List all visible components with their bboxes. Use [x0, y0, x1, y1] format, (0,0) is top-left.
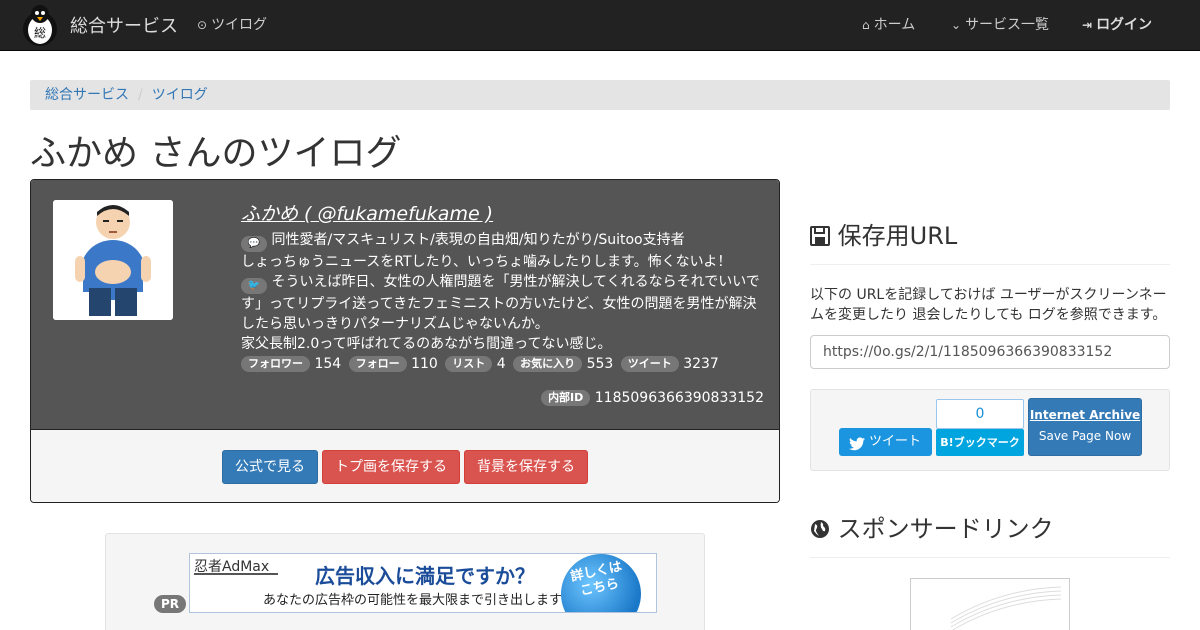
- logo-glyph: 総: [34, 26, 46, 40]
- twitter-bird-icon: 🐦: [241, 278, 267, 294]
- internal-id-value: 1185096366390833152: [594, 390, 764, 406]
- save-url-description: 以下の URLを記録しておけば ユーザーがスクリーンネームを変更したり 退会した…: [810, 287, 1167, 323]
- lists-badge: リスト: [445, 356, 493, 372]
- internet-archive-button[interactable]: Internet Archive Save Page Now: [1028, 398, 1142, 456]
- breadcrumb-home[interactable]: 総合サービス: [45, 87, 129, 103]
- internet-archive-title: Internet Archive: [1029, 408, 1141, 422]
- profile-actions: 公式で見る トプ画を保存する 背景を保存する: [31, 430, 779, 502]
- nav-login-label: ログイン: [1096, 17, 1153, 33]
- favorites-count: 553: [586, 356, 614, 372]
- nav-home-label: ホーム: [873, 17, 916, 33]
- comment-icon: 💬: [241, 236, 267, 252]
- profile-card: ふかめ ( @fukamefukame ) 💬 同性愛者/マスキュリスト/表現の…: [30, 179, 780, 503]
- internal-id: 内部ID 1185096366390833152: [541, 390, 764, 406]
- latest-tweet-text-2: 家父長制2.0って呼ばれてるのあながち間違ってない感じ。: [241, 336, 612, 352]
- nav-tsuilog-link[interactable]: ⊙ ツイログ: [197, 0, 267, 50]
- pr-badge: PR: [154, 595, 187, 613]
- profile-card-header: ふかめ ( @fukamefukame ) 💬 同性愛者/マスキュリスト/表現の…: [31, 180, 779, 430]
- save-url-field[interactable]: https://0o.gs/2/1/1185096366390833152: [810, 335, 1170, 369]
- hatena-bookmark-count: 0: [936, 399, 1024, 429]
- divider: [810, 557, 1170, 558]
- breadcrumb: 総合サービス / ツイログ: [30, 80, 1170, 110]
- floppy-disk-icon: [810, 224, 830, 252]
- breadcrumb-tsuilog[interactable]: ツイログ: [152, 87, 208, 103]
- chevron-down-icon: ⌄: [951, 18, 962, 32]
- followers-count: 154: [314, 356, 342, 372]
- following-count: 110: [411, 356, 438, 372]
- twitter-icon: [849, 434, 865, 462]
- sponsored-links-heading-text: スポンサードリンク: [837, 515, 1054, 543]
- save-url-heading-text: 保存用URL: [837, 222, 958, 250]
- tweet-share-button[interactable]: ツイート: [839, 428, 932, 456]
- page-title: ふかめ さんのツイログ: [30, 133, 402, 174]
- ad-container: PR 忍者AdMax 広告収入に満足ですか？ あなたの広告枠の可能性を最大限まで…: [105, 533, 705, 630]
- profile-stats: フォロワー 154 フォロー 110 リスト 4 お気に入り 553 ツイート …: [241, 354, 766, 374]
- nav-tsuilog-label: ツイログ: [211, 17, 268, 33]
- profile-bio: 💬 同性愛者/マスキュリスト/表現の自由畑/知りたがり/Suitoo支持者 しょ…: [241, 230, 766, 272]
- avatar-illustration: [53, 200, 173, 320]
- brand-link[interactable]: 総 総合サービス: [19, 2, 178, 48]
- hatena-bookmark-button[interactable]: B!ブックマーク: [936, 429, 1024, 456]
- ad-brand-underline: [194, 573, 278, 575]
- chevron-circle-right-icon: ⊙: [197, 18, 208, 32]
- tweet-share-label: ツイート: [869, 434, 922, 449]
- view-official-button[interactable]: 公式で見る: [222, 450, 318, 484]
- following-badge: フォロー: [348, 356, 407, 372]
- sponsored-links-heading: スポンサードリンク: [810, 509, 1054, 545]
- sponsor-ad-slot[interactable]: [910, 578, 1070, 630]
- lists-count: 4: [496, 356, 506, 372]
- nav-services-dropdown[interactable]: ⌄ サービス一覧: [951, 0, 1049, 50]
- divider: [810, 264, 1170, 265]
- bio-line-2: しょっちゅうニュースをRTしたり、いっちょ噛みしたりします。怖くないよ！: [241, 254, 732, 270]
- tweets-badge: ツイート: [620, 356, 679, 372]
- latest-tweet: 🐦 そういえば昨日、女性の人権問題を「男性が解決してくれるならそれでいいです」っ…: [241, 272, 766, 354]
- ad-subtext: あなたの広告枠の可能性を最大限まで引き出します: [263, 593, 563, 608]
- followers-badge: フォロワー: [241, 356, 310, 372]
- ad-cta-circle: 詳しくは こちら: [553, 554, 649, 612]
- ad-headline: 広告収入に満足ですか？: [315, 564, 535, 588]
- globe-icon: [810, 517, 830, 545]
- sign-in-icon: ⇥: [1082, 18, 1093, 32]
- save-avatar-button[interactable]: トプ画を保存する: [322, 450, 460, 484]
- profile-name-link[interactable]: ふかめ ( @fukamefukame ): [241, 202, 766, 226]
- tweets-count: 3237: [683, 356, 719, 372]
- share-panel: ツイート 0 B!ブックマーク Internet Archive Save Pa…: [810, 389, 1170, 471]
- nav-services-label: サービス一覧: [965, 17, 1050, 33]
- brand-name: 総合サービス: [70, 16, 178, 37]
- internal-id-badge: 内部ID: [541, 390, 591, 406]
- home-icon: ⌂: [862, 18, 870, 32]
- nav-home-link[interactable]: ⌂ ホーム: [862, 0, 915, 50]
- nav-login-link[interactable]: ⇥ ログイン: [1082, 0, 1152, 50]
- favorites-badge: お気に入り: [513, 356, 583, 372]
- ad-banner[interactable]: 忍者AdMax 広告収入に満足ですか？ あなたの広告枠の可能性を最大限まで引き出…: [189, 553, 657, 613]
- top-navbar: 総 総合サービス ⊙ ツイログ ⌂ ホーム ⌄ サービス一覧 ⇥ ログイン: [0, 0, 1200, 51]
- penguin-logo-icon: 総: [23, 5, 57, 46]
- latest-tweet-text: そういえば昨日、女性の人権問題を「男性が解決してくれるならそれでいいです」ってリ…: [241, 274, 760, 332]
- sponsor-ad-graphic: [950, 586, 1062, 630]
- profile-details: ふかめ ( @fukamefukame ) 💬 同性愛者/マスキュリスト/表現の…: [241, 202, 766, 374]
- save-background-button[interactable]: 背景を保存する: [464, 450, 588, 484]
- save-url-heading: 保存用URL: [810, 216, 957, 252]
- internet-archive-subtitle: Save Page Now: [1038, 429, 1132, 443]
- bio-line-1: 同性愛者/マスキュリスト/表現の自由畑/知りたがり/Suitoo支持者: [271, 232, 685, 248]
- breadcrumb-separator: /: [138, 87, 143, 103]
- avatar[interactable]: [53, 200, 173, 320]
